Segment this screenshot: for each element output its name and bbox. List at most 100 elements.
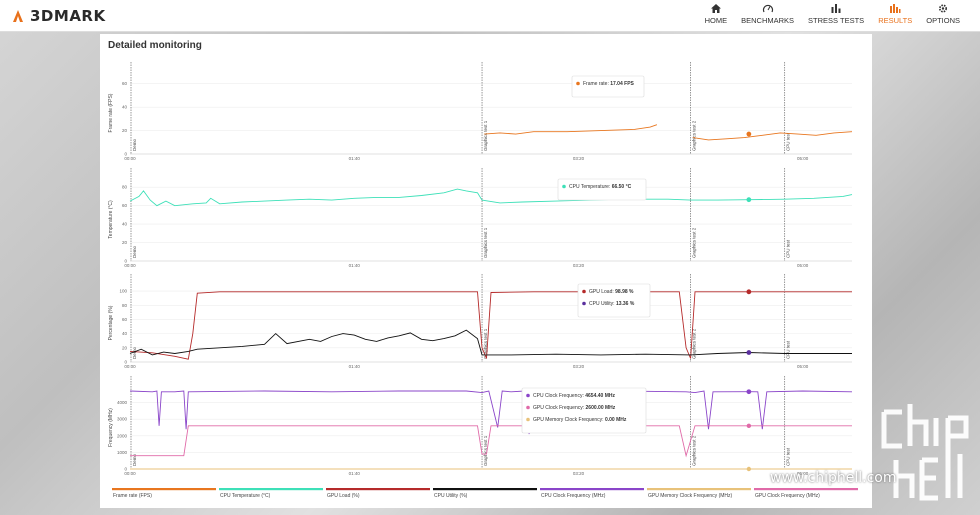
- tooltip-value: 2600.00 MHz: [586, 405, 616, 411]
- chart-3: 0100020003000400000:00 01:40 03:20 05:00Fre…: [108, 376, 853, 476]
- chart-1: 02040608000:00 01:40 03:20 05:00Temperature…: [108, 168, 853, 268]
- nav-label: HOME: [704, 16, 728, 25]
- highlight-point: [746, 389, 752, 395]
- y-tick-label: 60: [122, 81, 128, 86]
- tooltip-label: GPU Load:: [589, 289, 615, 295]
- highlight-point: [746, 423, 752, 429]
- brand-logo[interactable]: 3DMARK: [10, 7, 106, 25]
- legend-swatch: [647, 488, 751, 491]
- legend-label: CPU Temperature (°C): [220, 493, 271, 499]
- nav-options[interactable]: OPTIONS: [926, 0, 960, 31]
- tooltip-value: 66.50 °C: [612, 184, 632, 190]
- tooltip-swatch: [526, 405, 530, 410]
- legend-swatch: [540, 488, 644, 491]
- y-tick-label: 80: [122, 185, 128, 190]
- x-tick-label: 03:20: [573, 156, 585, 161]
- legend-label: CPU Clock Frequency (MHz): [541, 493, 606, 499]
- highlight-point: [746, 466, 752, 472]
- highlight-point: [746, 131, 752, 137]
- x-tick-label: 05:00: [797, 263, 809, 268]
- tooltip-text: CPU Utility: 13.36 %: [589, 301, 635, 307]
- tooltip-label: GPU Clock Frequency:: [533, 405, 586, 411]
- main-nav: HOME BENCHMARKS STRESS TESTS RESULTS OPT…: [691, 0, 960, 31]
- tooltip-swatch: [582, 301, 586, 306]
- test-marker-label: Graphics test 2: [692, 120, 697, 151]
- tooltip-text: GPU Memory Clock Frequency: 0.00 MHz: [533, 417, 627, 423]
- tooltip-text: Frame rate: 17.04 FPS: [583, 81, 635, 87]
- tooltip-text: GPU Load: 98.98 %: [589, 289, 634, 295]
- y-tick-label: 4000: [117, 400, 128, 405]
- tooltip-swatch: [526, 417, 530, 422]
- legend-label: GPU Memory Clock Frequency (MHz): [648, 493, 733, 499]
- y-tick-label: 100: [119, 289, 127, 294]
- legend-label: GPU Clock Frequency (MHz): [755, 493, 820, 499]
- x-tick-label: 03:20: [573, 263, 585, 268]
- detailed-monitoring-panel: Detailed monitoring 0 20 40 60 00:00 01:40 03:…: [100, 34, 872, 508]
- nav-benchmarks[interactable]: BENCHMARKS: [741, 0, 794, 31]
- y-axis-label: Frame rate (FPS): [108, 93, 114, 132]
- tooltip-swatch: [562, 184, 566, 189]
- tooltip-label: Frame rate:: [583, 81, 610, 87]
- tooltip-value: 4654.40 MHz: [585, 393, 615, 399]
- y-axis-label: Percentage (%): [108, 305, 114, 340]
- legend-swatch: [219, 488, 323, 491]
- y-tick-label: 20: [122, 128, 128, 133]
- nav-results[interactable]: RESULTS: [878, 0, 912, 31]
- tooltip: GPU Load: 98.98 % CPU Utility: 13.36 %: [577, 283, 651, 318]
- x-tick-label: 01:40: [349, 471, 361, 476]
- chiphell-logo-watermark: [881, 404, 969, 501]
- legend-label: CPU Utility (%): [434, 493, 468, 499]
- test-marker-label: Graphics test 2: [692, 435, 697, 466]
- home-icon: [710, 4, 721, 13]
- legend-swatch: [326, 488, 430, 491]
- legend-label: GPU Load (%): [327, 493, 360, 499]
- x-tick-label: 00:00: [124, 471, 136, 476]
- legend-swatch: [754, 488, 858, 491]
- highlight-point: [746, 197, 752, 203]
- stress-tests-icon: [831, 4, 841, 13]
- y-axis-label: Temperature (°C): [108, 200, 114, 239]
- legend: Frame rate (FPS) CPU Temperature (°C) GPU …: [112, 488, 858, 499]
- nav-label: STRESS TESTS: [808, 16, 865, 25]
- y-tick-label: 80: [122, 303, 128, 308]
- test-marker-label: CPU test: [786, 239, 791, 258]
- tooltip-swatch: [526, 393, 530, 398]
- nav-home[interactable]: HOME: [704, 0, 728, 31]
- brand-name: 3DMARK: [30, 7, 106, 25]
- test-marker-label: CPU test: [786, 132, 791, 151]
- nav-stress-tests[interactable]: STRESS TESTS: [808, 0, 864, 31]
- x-tick-label: 01:40: [349, 364, 361, 369]
- tooltip-value: 13.36 %: [616, 301, 635, 307]
- nav-label: OPTIONS: [926, 16, 960, 25]
- top-bar: 3DMARK HOME BENCHMARKS STRESS TESTS RESU…: [0, 0, 980, 32]
- tooltip-label: CPU Utility:: [589, 301, 616, 307]
- tooltip-value: 98.98 %: [615, 289, 634, 295]
- x-tick-label: 05:00: [797, 156, 809, 161]
- y-axis-label: Frequency (MHz): [108, 408, 114, 447]
- highlight-point: [746, 289, 752, 295]
- x-tick-label: 00:00: [124, 156, 136, 161]
- tooltip-value: 0.00 MHz: [605, 417, 627, 423]
- y-tick-label: 60: [122, 317, 128, 322]
- x-tick-label: 01:40: [349, 263, 361, 268]
- tooltip-label: GPU Memory Clock Frequency:: [533, 417, 605, 423]
- y-tick-label: 40: [122, 105, 128, 110]
- y-tick-label: 20: [122, 345, 128, 350]
- y-tick-label: 40: [122, 331, 128, 336]
- nav-label: BENCHMARKS: [741, 16, 795, 25]
- tooltip-swatch: [576, 81, 580, 86]
- legend-label: Frame rate (FPS): [113, 493, 152, 499]
- tooltip: CPU Clock Frequency: 4654.40 MHz GPU Cloc…: [521, 387, 647, 434]
- y-tick-label: 3000: [117, 417, 128, 422]
- highlight-point: [746, 350, 752, 355]
- series-line: [129, 291, 852, 360]
- tooltip-text: CPU Temperature: 66.50 °C: [569, 184, 632, 190]
- tooltip: CPU Temperature: 66.50 °C: [557, 178, 647, 201]
- benchmarks-icon: [762, 4, 773, 13]
- y-tick-label: 2000: [117, 433, 128, 438]
- legend-swatch: [433, 488, 537, 491]
- x-tick-label: 00:00: [124, 263, 136, 268]
- series-line: [129, 188, 853, 207]
- results-icon: [890, 4, 901, 13]
- series-line: [484, 124, 853, 141]
